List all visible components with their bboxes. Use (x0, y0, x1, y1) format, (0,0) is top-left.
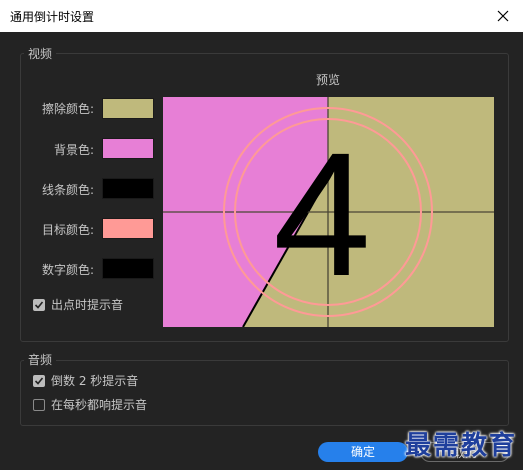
line-color-label: 线条颜色: (41, 183, 94, 197)
checkmark-icon (34, 376, 44, 385)
audio-group (20, 360, 509, 426)
wipe-color-label: 擦除颜色: (41, 102, 94, 116)
background-color-label: 背景色: (53, 143, 94, 157)
line-color-swatch[interactable] (102, 178, 154, 199)
beep-every-second-box (33, 398, 45, 411)
target-color-swatch[interactable] (102, 218, 154, 239)
cue-at-out-checkbox[interactable]: 出点时提示音 (33, 296, 123, 313)
beep-every-second-checkbox[interactable]: 在每秒都响提示音 (33, 396, 147, 413)
watermark-logo: 最需教育 (404, 431, 517, 461)
checkmark-icon (34, 300, 44, 309)
cue-at-out-box (33, 298, 45, 311)
background-color-swatch[interactable] (102, 138, 154, 159)
wipe-color-swatch[interactable] (102, 98, 154, 119)
close-icon (497, 10, 509, 22)
countdown-2s-beep-checkbox[interactable]: 倒数 2 秒提示音 (33, 372, 138, 389)
countdown-2s-beep-box (33, 374, 45, 387)
beep-every-second-label: 在每秒都响提示音 (51, 398, 148, 412)
close-button[interactable] (493, 6, 513, 26)
window-title: 通用倒计时设置 (10, 10, 95, 24)
countdown-preview: 4 (163, 97, 494, 327)
countdown-2s-beep-label: 倒数 2 秒提示音 (51, 374, 139, 388)
preview-digit: 4 (273, 117, 371, 313)
ok-button[interactable]: 确定 (318, 442, 408, 462)
cue-at-out-label: 出点时提示音 (51, 298, 124, 312)
preview-label: 预览 (316, 73, 341, 87)
video-section-title: 视频 (24, 45, 57, 62)
digit-color-label: 数字颜色: (41, 263, 94, 277)
target-color-label: 目标颜色: (41, 223, 94, 237)
audio-section-title: 音频 (24, 351, 57, 368)
digit-color-swatch[interactable] (102, 258, 154, 279)
title-bar: 通用倒计时设置 (0, 0, 523, 32)
